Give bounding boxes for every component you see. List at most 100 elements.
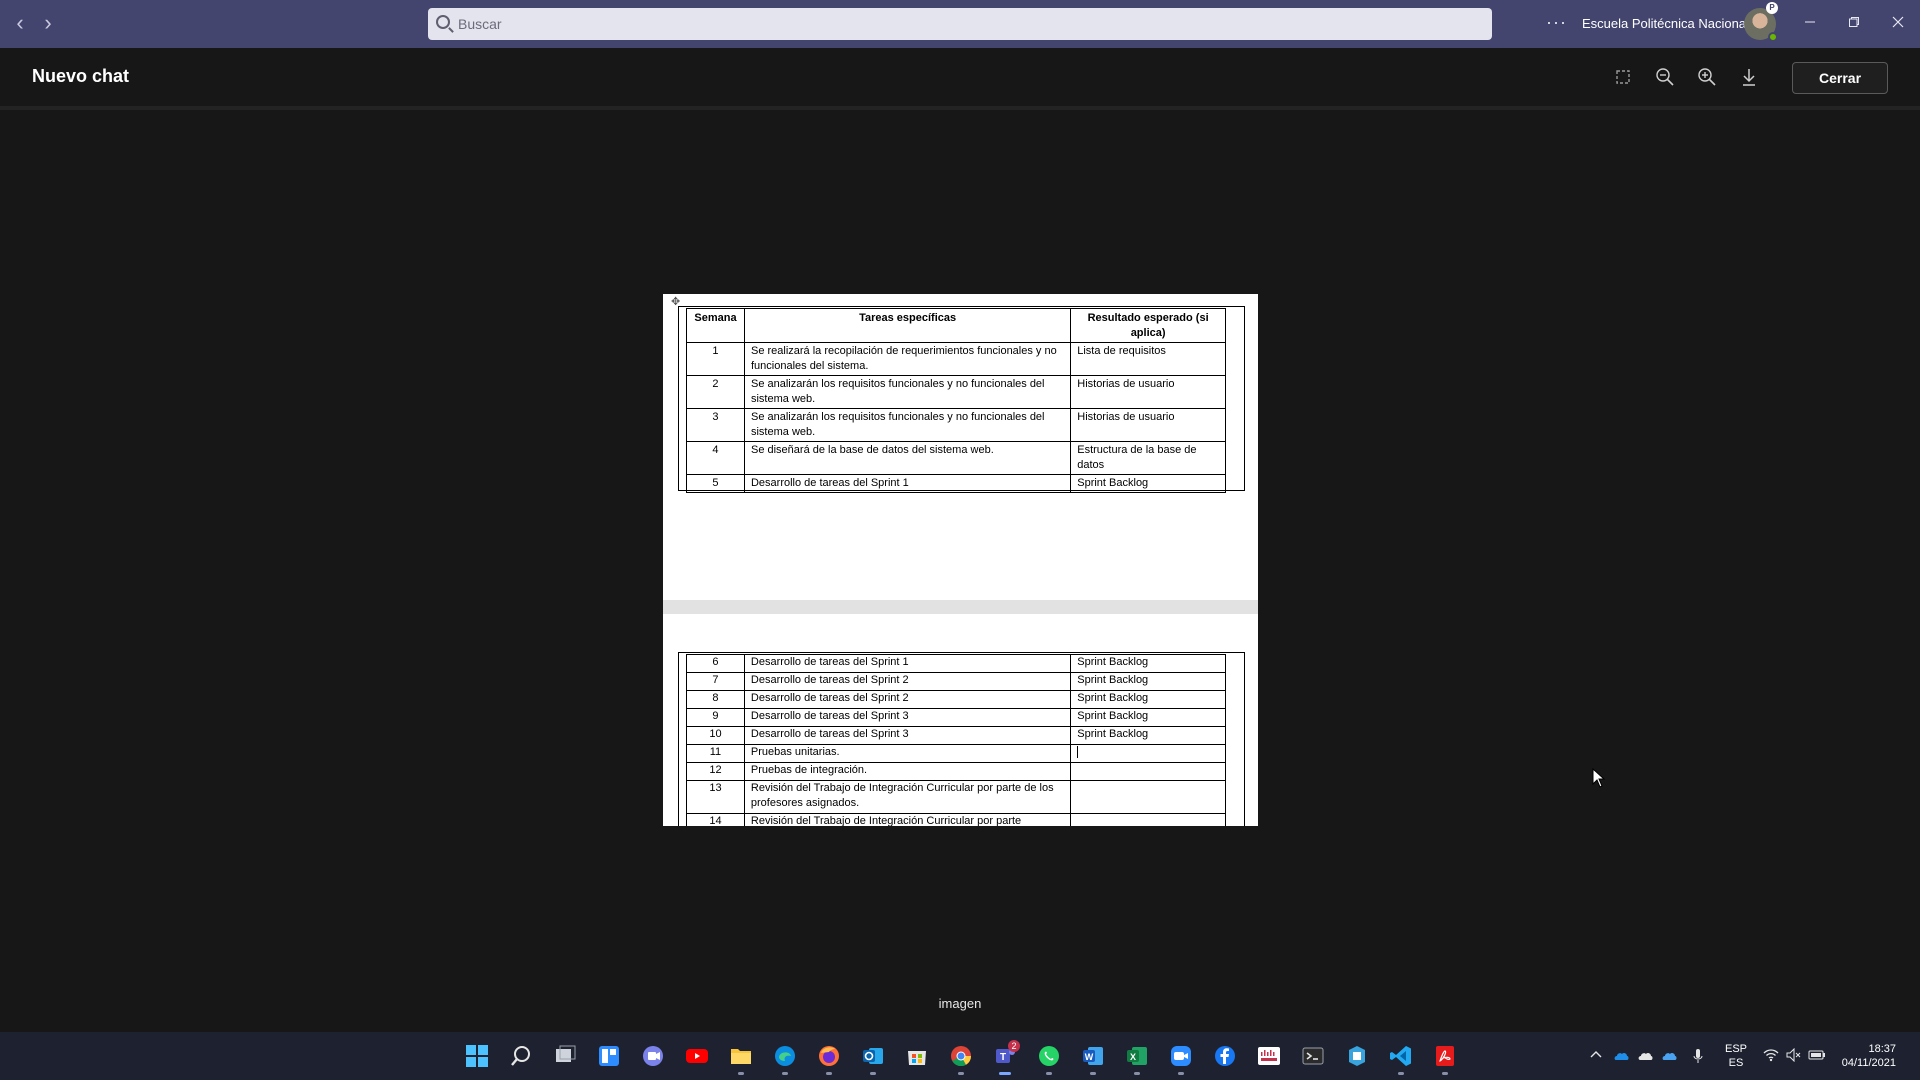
onedrive-personal-icon[interactable] (1636, 1048, 1654, 1065)
widgets-icon[interactable] (597, 1044, 621, 1068)
week-cell: 8 (686, 690, 745, 709)
task-cell: Desarrollo de tareas del Sprint 1 (743, 474, 1072, 493)
azure-data-studio-icon[interactable] (1345, 1044, 1369, 1068)
week-cell: 9 (686, 708, 745, 727)
week-cell: 5 (686, 474, 745, 493)
zoom-out-icon[interactable] (1654, 66, 1676, 88)
result-cell: Sprint Backlog (1070, 726, 1226, 745)
week-cell: 14 (686, 813, 745, 826)
result-cell: Historias de usuario (1070, 408, 1226, 442)
result-cell: Estructura de la base de datos (1070, 441, 1226, 475)
close-button[interactable]: Cerrar (1792, 62, 1888, 94)
result-cell: Sprint Backlog (1070, 672, 1226, 691)
header-week: Semana (686, 308, 745, 343)
mouse-pointer-icon (1592, 767, 1606, 793)
task-cell: Se realizará la recopilación de requerim… (743, 342, 1072, 376)
title-bar: ‹ › Buscar ··· Escuela Politécnica Nacio… (0, 0, 1920, 48)
task-cell: Desarrollo de tareas del Sprint 3 (743, 708, 1072, 727)
result-cell (1070, 813, 1226, 826)
clock-time: 18:37 (1868, 1043, 1896, 1055)
table-row: 10 Desarrollo de tareas del Sprint 3 Spr… (686, 726, 1226, 745)
firefox-icon[interactable] (817, 1044, 841, 1075)
keyboard-layout: ES (1728, 1057, 1744, 1069)
file-explorer-icon[interactable] (729, 1044, 753, 1075)
wifi-icon[interactable] (1763, 1048, 1779, 1065)
whatsapp-icon[interactable] (1037, 1044, 1061, 1075)
search-bar[interactable]: Buscar (428, 8, 1492, 40)
result-cell: Historias de usuario (1070, 375, 1226, 409)
task-view-icon[interactable] (553, 1044, 577, 1068)
excel-icon[interactable]: X (1125, 1044, 1149, 1075)
outlook-icon[interactable] (861, 1044, 885, 1075)
task-cell: Revisión del Trabajo de Integración Curr… (743, 813, 1072, 826)
start-icon[interactable] (465, 1044, 489, 1068)
week-cell: 13 (686, 780, 745, 814)
edge-icon[interactable] (773, 1044, 797, 1075)
acrobat-icon[interactable] (1433, 1044, 1457, 1075)
organization-name[interactable]: Escuela Politécnica Nacional (1582, 16, 1749, 31)
search-placeholder[interactable]: Buscar (458, 16, 502, 32)
week-cell: 10 (686, 726, 745, 745)
facebook-icon[interactable] (1213, 1044, 1237, 1068)
image-caption: imagen (938, 996, 982, 1011)
task-cell: Desarrollo de tareas del Sprint 1 (743, 654, 1072, 673)
result-cell: Sprint Backlog (1070, 474, 1226, 493)
microphone-icon[interactable] (1691, 1048, 1705, 1067)
presence-available-icon (1768, 32, 1778, 42)
avatar[interactable]: P (1744, 2, 1778, 42)
table-move-handle-icon[interactable]: ✥ (671, 296, 683, 308)
page-break (663, 600, 1258, 614)
schedule-table-page-1: Semana Tareas específicas Resultado espe… (686, 308, 1226, 493)
cisco-icon[interactable] (1257, 1044, 1281, 1068)
week-cell: 11 (686, 744, 745, 763)
chevron-up-icon[interactable] (1589, 1048, 1603, 1065)
avatar-badge: P (1766, 2, 1778, 14)
minimize-icon[interactable] (1798, 12, 1822, 36)
svg-text:T: T (1000, 1052, 1006, 1063)
document-image[interactable]: ✥ Semana Tareas específicas Resultado es… (663, 294, 1258, 826)
week-cell: 2 (686, 375, 745, 409)
chrome-icon[interactable] (949, 1044, 973, 1075)
task-cell: Pruebas unitarias. (743, 744, 1072, 763)
fit-to-screen-icon[interactable] (1612, 66, 1634, 88)
input-language[interactable]: ESP ES (1724, 1042, 1748, 1070)
zoom-icon[interactable] (1169, 1044, 1193, 1075)
teams-notification-badge: 2 (1008, 1040, 1020, 1052)
youtube-icon[interactable] (685, 1044, 709, 1068)
onedrive-business-icon[interactable] (1660, 1048, 1678, 1065)
page-title: Nuevo chat (32, 66, 130, 86)
download-icon[interactable] (1738, 66, 1760, 88)
clock-date: 04/11/2021 (1841, 1057, 1896, 1069)
task-cell: Revisión del Trabajo de Integración Curr… (743, 780, 1072, 814)
task-cell: Pruebas de integración. (743, 762, 1072, 781)
teams-chat-icon[interactable] (641, 1044, 665, 1068)
back-arrow-icon[interactable]: ‹ (8, 12, 32, 36)
task-cell: Se analizarán los requisitos funcionales… (743, 375, 1072, 409)
close-window-icon[interactable] (1886, 12, 1910, 36)
more-options-icon[interactable]: ··· (1546, 12, 1567, 33)
task-cell: Desarrollo de tareas del Sprint 2 (743, 672, 1072, 691)
word-icon[interactable]: W (1081, 1044, 1105, 1075)
forward-arrow-icon[interactable]: › (36, 12, 60, 36)
task-cell: Desarrollo de tareas del Sprint 2 (743, 690, 1072, 709)
table-row: 5 Desarrollo de tareas del Sprint 1 Spri… (686, 474, 1226, 493)
system-clock[interactable]: 18:37 04/11/2021 (1836, 1042, 1896, 1070)
battery-icon[interactable] (1808, 1048, 1826, 1065)
table-row: 9 Desarrollo de tareas del Sprint 3 Spri… (686, 708, 1226, 727)
zoom-in-icon[interactable] (1696, 66, 1718, 88)
store-icon[interactable] (905, 1044, 929, 1068)
teams-icon[interactable]: T 2 (993, 1040, 1020, 1075)
search-icon[interactable] (509, 1044, 533, 1068)
onedrive-icon[interactable] (1612, 1048, 1630, 1065)
week-cell: 7 (686, 672, 745, 691)
task-cell: Desarrollo de tareas del Sprint 3 (743, 726, 1072, 745)
search-icon (436, 15, 450, 29)
volume-muted-icon[interactable] (1786, 1047, 1802, 1065)
vscode-icon[interactable] (1389, 1044, 1413, 1075)
restore-icon[interactable] (1842, 12, 1866, 36)
result-cell (1070, 762, 1226, 781)
result-cell: Sprint Backlog (1070, 690, 1226, 709)
schedule-table-page-2: 6 Desarrollo de tareas del Sprint 1 Spri… (686, 654, 1226, 826)
result-cell: Sprint Backlog (1070, 654, 1226, 673)
terminal-icon[interactable] (1301, 1044, 1325, 1068)
